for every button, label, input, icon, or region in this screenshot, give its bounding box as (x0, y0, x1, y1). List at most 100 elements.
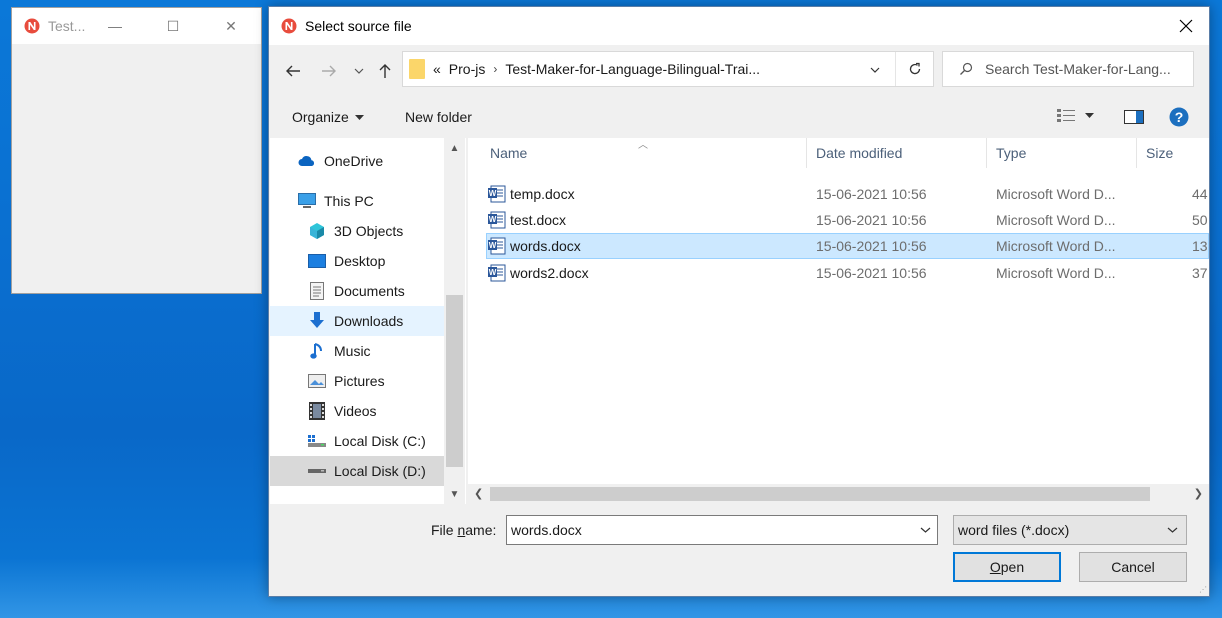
nav-item-documents[interactable]: Documents (308, 276, 444, 306)
scroll-right-icon[interactable]: ❯ (1194, 487, 1203, 500)
new-folder-button[interactable]: New folder (405, 109, 472, 125)
help-button[interactable]: ? (1169, 107, 1189, 130)
forward-button[interactable] (319, 61, 339, 81)
column-divider[interactable] (806, 138, 807, 168)
horizontal-scrollbar-thumb[interactable] (490, 487, 1150, 501)
filter-value: word files (*.docx) (958, 522, 1070, 538)
file-name-value[interactable]: words.docx (511, 522, 582, 538)
music-icon (308, 342, 326, 360)
nav-item-local-disk-c[interactable]: Local Disk (C:) (308, 426, 444, 456)
command-bar: Organize New folder ? (269, 101, 1209, 135)
sort-up-icon: ︿ (638, 140, 648, 151)
breadcrumb-separator[interactable]: › (493, 62, 497, 76)
maximize-icon: ☐ (166, 17, 180, 34)
svg-text:W: W (489, 215, 497, 224)
file-name: temp.docx (510, 186, 575, 202)
back-button[interactable] (283, 61, 303, 81)
file-size: 13 (1192, 238, 1208, 254)
scroll-left-icon[interactable]: ❮ (474, 487, 483, 500)
drive-icon (308, 432, 326, 450)
preview-pane-icon (1124, 110, 1144, 124)
recent-locations-button[interactable] (349, 61, 369, 81)
cancel-button[interactable]: Cancel (1079, 552, 1187, 582)
open-label-accelerator: O (989, 559, 1001, 575)
search-icon (960, 62, 973, 75)
maximize-button[interactable]: ☐ (150, 8, 196, 44)
file-type: Microsoft Word D... (996, 265, 1116, 281)
nav-item-3d-objects[interactable]: 3D Objects (308, 216, 444, 246)
caret-down-icon (354, 114, 364, 120)
nav-item-videos[interactable]: Videos (308, 396, 444, 426)
breadcrumb-overflow[interactable]: « (433, 61, 441, 77)
column-divider[interactable] (1136, 138, 1137, 168)
nav-item-label: This PC (324, 193, 374, 209)
refresh-button[interactable] (895, 52, 933, 86)
nav-item-pictures[interactable]: Pictures (308, 366, 444, 396)
svg-text:W: W (489, 189, 497, 198)
view-options-button[interactable] (1057, 108, 1094, 122)
file-row[interactable]: W words2.docx 15-06-2021 10:56 Microsoft… (486, 260, 1209, 286)
nav-item-onedrive[interactable]: OneDrive (298, 146, 444, 176)
minimize-button[interactable]: — (92, 8, 138, 44)
organize-label: Organize (292, 109, 349, 125)
chevron-down-icon (1167, 527, 1178, 533)
nav-item-label: Videos (334, 403, 377, 419)
details-view-icon (1057, 109, 1075, 122)
nav-item-local-disk-d[interactable]: Local Disk (D:) (270, 456, 444, 486)
file-size: 37 (1192, 265, 1208, 281)
nav-item-label: Pictures (334, 373, 385, 389)
address-bar[interactable]: « Pro-js › Test-Maker-for-Language-Bilin… (402, 51, 934, 87)
nav-item-desktop[interactable]: Desktop (308, 246, 444, 276)
organize-button[interactable]: Organize (292, 109, 364, 125)
file-date: 15-06-2021 10:56 (816, 238, 927, 254)
open-button[interactable]: Open (953, 552, 1061, 582)
file-type: Microsoft Word D... (996, 186, 1116, 202)
preview-pane-button[interactable] (1124, 110, 1144, 127)
scroll-down-icon[interactable]: ▼ (444, 484, 465, 504)
open-label: pen (1000, 559, 1025, 575)
arrow-up-icon (379, 64, 391, 78)
nav-scrollbar-thumb[interactable] (446, 295, 463, 467)
select-file-dialog: Select source file « Pro-js › Test-Maker… (268, 6, 1210, 597)
column-header-type[interactable]: Type (996, 138, 1026, 168)
dialog-title: Select source file (305, 18, 412, 34)
nav-item-label: OneDrive (324, 153, 384, 169)
column-header-size[interactable]: Size (1146, 138, 1173, 168)
breadcrumb-current-folder[interactable]: Test-Maker-for-Language-Bilingual-Trai..… (505, 61, 760, 77)
column-divider[interactable] (986, 138, 987, 168)
scroll-up-icon[interactable]: ▲ (444, 138, 465, 158)
horizontal-scrollbar[interactable]: ❮ ❯ (468, 484, 1209, 504)
chevron-down-icon[interactable] (920, 527, 931, 533)
file-date: 15-06-2021 10:56 (816, 265, 927, 281)
video-icon (308, 402, 326, 420)
nav-item-music[interactable]: Music (308, 336, 444, 366)
chevron-down-icon (354, 68, 364, 74)
column-header-date-modified[interactable]: Date modified (816, 138, 902, 168)
file-name-combobox[interactable]: words.docx (506, 515, 938, 545)
resize-grip-icon[interactable]: ⋰ (1199, 585, 1207, 594)
search-input[interactable]: Search Test-Maker-for-Lang... (942, 51, 1194, 87)
file-type-filter-select[interactable]: word files (*.docx) (953, 515, 1187, 545)
word-document-icon: W (488, 264, 506, 282)
svg-text:W: W (489, 241, 497, 250)
app-titlebar: Test... — ☐ ✕ (12, 8, 261, 44)
nav-scrollbar[interactable]: ▲ ▼ (444, 138, 465, 504)
navigation-pane: OneDrive This PC 3D Objects Desktop Docu… (270, 138, 466, 504)
nav-item-this-pc[interactable]: This PC (298, 186, 444, 216)
file-name: test.docx (510, 212, 567, 228)
file-row[interactable]: W test.docx 15-06-2021 10:56 Microsoft W… (486, 207, 1209, 233)
cube-icon (308, 222, 326, 240)
close-button[interactable]: ✕ (208, 8, 254, 44)
file-row[interactable]: W temp.docx 15-06-2021 10:56 Microsoft W… (486, 181, 1209, 207)
breadcrumb-pro-js[interactable]: Pro-js (449, 61, 486, 77)
file-row-selected[interactable]: W words.docx 15-06-2021 10:56 Microsoft … (486, 233, 1209, 259)
address-dropdown-button[interactable] (865, 52, 885, 88)
nav-item-downloads[interactable]: Downloads (270, 306, 444, 336)
column-header-name[interactable]: Name (490, 138, 527, 168)
nav-item-label: Local Disk (D:) (334, 463, 426, 479)
file-type: Microsoft Word D... (996, 212, 1116, 228)
nav-item-label: Music (334, 343, 371, 359)
up-button[interactable] (375, 61, 395, 81)
dialog-close-button[interactable] (1163, 7, 1209, 45)
nav-item-label: Documents (334, 283, 405, 299)
